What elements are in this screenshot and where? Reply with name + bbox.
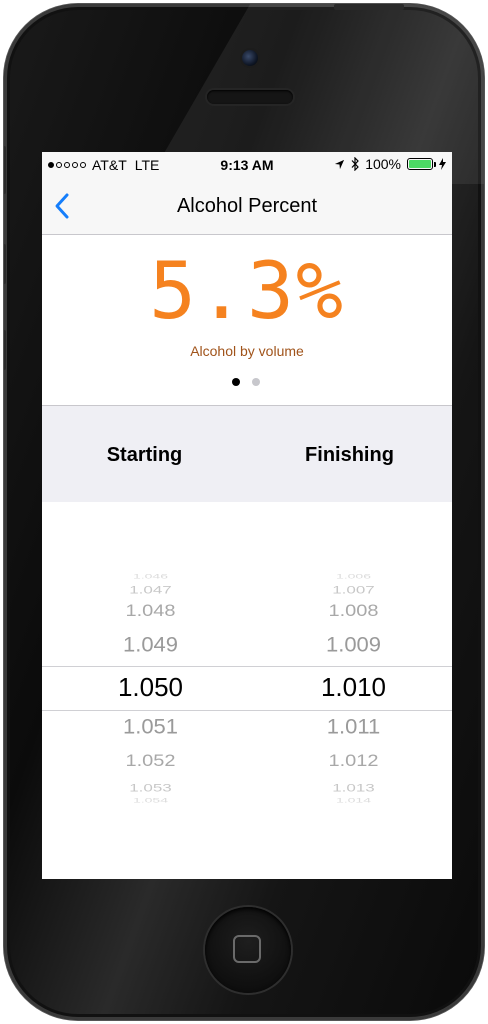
starting-wheel-value[interactable]: 1.052 [48,752,253,772]
alcohol-caption: Alcohol by volume [190,343,304,359]
location-arrow-icon [335,159,345,169]
page-dot-1[interactable] [232,378,240,386]
finishing-wheel-value[interactable]: 1.006 [251,572,452,579]
finishing-wheel-value[interactable]: 1.007 [251,584,452,597]
sleep-button [334,4,404,10]
navigation-bar: Alcohol Percent [42,178,452,235]
home-square-icon [233,935,261,963]
starting-header: Starting [106,444,183,466]
volume-down-button [4,330,6,370]
front-camera [242,50,258,66]
page-dot-2[interactable] [252,378,260,386]
finishing-wheel-value[interactable]: 1.009 [251,633,452,658]
finishing-wheel-value[interactable]: 1.008 [251,602,452,622]
starting-wheel-value[interactable]: 1.047 [48,584,253,597]
volume-up-button [4,244,6,284]
bluetooth-icon [351,157,360,171]
finishing-header: Finishing [305,444,394,466]
starting-wheel-value[interactable]: 1.048 [48,602,253,622]
screen: AT&T LTE 9:13 AM 100% Alcohol Percent 5.… [42,152,452,879]
starting-wheel-value[interactable]: 1.049 [48,633,253,658]
battery-icon [407,158,436,170]
battery-fill [409,160,431,168]
finishing-wheel-value[interactable]: 1.013 [251,782,452,795]
result-panel[interactable]: 5.3% Alcohol by volume [42,235,452,405]
gravity-picker[interactable]: 1.046 1.047 1.048 1.049 1.050 1.051 1.052 1.053… [42,502,452,879]
finishing-gravity-wheel[interactable]: 1.006 1.007 1.008 1.009 1.010 1.011 1.012 1.013… [251,502,452,879]
column-headers: Starting Finishing [42,406,452,502]
home-button[interactable] [205,907,291,993]
starting-wheel-value[interactable]: 1.053 [48,782,253,795]
earpiece-speaker [207,90,293,104]
page-title: Alcohol Percent [176,195,318,217]
finishing-selected-value[interactable]: 1.010 [251,672,452,703]
starting-selected-value[interactable]: 1.050 [48,672,253,703]
starting-wheel-value[interactable]: 1.054 [48,796,253,803]
starting-wheel-value[interactable]: 1.051 [48,715,253,740]
alcohol-percent-value: 5.3% [149,247,345,337]
finishing-wheel-value[interactable]: 1.012 [251,752,452,772]
mute-switch [4,146,6,194]
battery-percent: 100% [365,156,401,172]
page-indicator[interactable] [232,378,260,386]
status-bar: AT&T LTE 9:13 AM 100% [42,152,452,178]
phone-frame: AT&T LTE 9:13 AM 100% Alcohol Percent 5.… [4,4,484,1020]
finishing-wheel-value[interactable]: 1.011 [251,715,452,740]
finishing-wheel-value[interactable]: 1.014 [251,796,452,803]
starting-wheel-value[interactable]: 1.046 [48,572,253,579]
starting-gravity-wheel[interactable]: 1.046 1.047 1.048 1.049 1.050 1.051 1.052 1.053… [48,502,253,879]
charging-bolt-icon [439,158,446,170]
